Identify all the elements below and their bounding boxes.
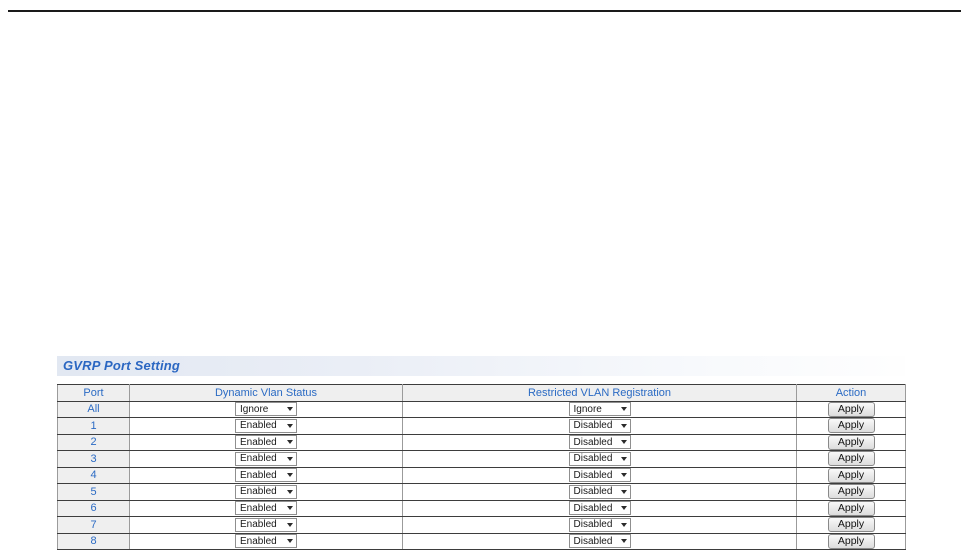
- dynamic-vlan-status-select[interactable]: Enabled: [235, 418, 297, 433]
- dynamic-vlan-status-select[interactable]: Enabled: [235, 484, 297, 499]
- dynamic-vlan-status-value: Ignore: [240, 403, 269, 415]
- chevron-down-icon: [287, 423, 293, 428]
- chevron-down-icon: [620, 506, 627, 511]
- restricted-vlan-registration-select[interactable]: Disabled: [568, 451, 631, 466]
- chevron-down-icon: [620, 473, 627, 478]
- chevron-down-icon: [287, 522, 293, 527]
- restricted-vlan-registration-value: Disabled: [573, 436, 613, 448]
- chevron-down-icon: [287, 456, 293, 461]
- page: GVRP Port Setting Port Dynamic Vlan Stat…: [0, 0, 969, 555]
- table-row: 1 Enabled Disabled Apply: [57, 417, 906, 435]
- table-row: 2 Enabled Disabled Apply: [57, 433, 906, 451]
- port-label: 5: [57, 483, 130, 501]
- column-header-dynamic-vlan-status: Dynamic Vlan Status: [129, 384, 403, 402]
- table-row: 3 Enabled Disabled Apply: [57, 450, 906, 468]
- dynamic-vlan-status-value: Enabled: [240, 486, 277, 498]
- dynamic-vlan-status-select[interactable]: Enabled: [235, 517, 297, 532]
- dynamic-vlan-status-value: Enabled: [240, 469, 277, 481]
- port-label: 7: [57, 516, 130, 534]
- chevron-down-icon: [287, 473, 293, 478]
- port-label: 1: [57, 417, 130, 435]
- restricted-vlan-registration-value: Disabled: [573, 519, 613, 531]
- dynamic-vlan-status-value: Enabled: [240, 519, 277, 531]
- page-title: GVRP Port Setting: [63, 358, 181, 373]
- page-top-rule: [8, 10, 961, 12]
- gvrp-port-table: Port Dynamic Vlan Status Restricted VLAN…: [57, 384, 906, 550]
- restricted-vlan-registration-select[interactable]: Disabled: [568, 468, 631, 483]
- restricted-vlan-registration-value: Disabled: [573, 469, 613, 481]
- restricted-vlan-registration-select[interactable]: Disabled: [568, 484, 631, 499]
- chevron-down-icon: [287, 440, 293, 445]
- dynamic-vlan-status-select[interactable]: Enabled: [235, 451, 297, 466]
- restricted-vlan-registration-select[interactable]: Disabled: [568, 418, 631, 433]
- chevron-down-icon: [620, 539, 627, 544]
- apply-button[interactable]: Apply: [827, 517, 875, 533]
- column-header-action: Action: [796, 384, 906, 402]
- apply-button[interactable]: Apply: [827, 451, 875, 467]
- apply-button[interactable]: Apply: [827, 500, 875, 516]
- table-row: 4 Enabled Disabled Apply: [57, 466, 906, 484]
- table-row: 6 Enabled Disabled Apply: [57, 499, 906, 517]
- chevron-down-icon: [620, 522, 627, 527]
- restricted-vlan-registration-select[interactable]: Disabled: [568, 534, 631, 549]
- restricted-vlan-registration-select[interactable]: Disabled: [568, 501, 631, 516]
- restricted-vlan-registration-value: Disabled: [573, 502, 613, 514]
- port-label: 8: [57, 532, 130, 550]
- port-label: 2: [57, 433, 130, 451]
- apply-button[interactable]: Apply: [827, 484, 875, 500]
- chevron-down-icon: [287, 489, 293, 494]
- chevron-down-icon: [620, 407, 627, 412]
- dynamic-vlan-status-select[interactable]: Enabled: [235, 534, 297, 549]
- chevron-down-icon: [620, 440, 627, 445]
- table-row: 7 Enabled Disabled Apply: [57, 516, 906, 534]
- apply-button[interactable]: Apply: [827, 434, 875, 450]
- restricted-vlan-registration-select[interactable]: Ignore: [568, 402, 631, 417]
- port-label: 3: [57, 450, 130, 468]
- column-header-restricted-vlan-registration: Restricted VLAN Registration: [402, 384, 797, 402]
- restricted-vlan-registration-select[interactable]: Disabled: [568, 517, 631, 532]
- apply-button[interactable]: Apply: [827, 418, 875, 434]
- dynamic-vlan-status-select[interactable]: Ignore: [235, 402, 297, 417]
- dynamic-vlan-status-value: Enabled: [240, 436, 277, 448]
- chevron-down-icon: [620, 489, 627, 494]
- port-label: 6: [57, 499, 130, 517]
- gvrp-port-setting-panel: GVRP Port Setting Port Dynamic Vlan Stat…: [57, 356, 906, 550]
- chevron-down-icon: [287, 539, 293, 544]
- apply-button[interactable]: Apply: [827, 401, 875, 417]
- restricted-vlan-registration-value: Disabled: [573, 535, 613, 547]
- panel-title-bar: GVRP Port Setting: [57, 356, 905, 376]
- table-row: 5 Enabled Disabled Apply: [57, 483, 906, 501]
- column-header-port: Port: [57, 384, 130, 402]
- dynamic-vlan-status-select[interactable]: Enabled: [235, 501, 297, 516]
- chevron-down-icon: [287, 407, 293, 412]
- dynamic-vlan-status-value: Enabled: [240, 420, 277, 432]
- dynamic-vlan-status-value: Enabled: [240, 535, 277, 547]
- restricted-vlan-registration-value: Ignore: [573, 403, 602, 415]
- table-row: 8 Enabled Disabled Apply: [57, 532, 906, 550]
- restricted-vlan-registration-value: Disabled: [573, 420, 613, 432]
- port-label: All: [57, 400, 130, 418]
- chevron-down-icon: [620, 456, 627, 461]
- dynamic-vlan-status-value: Enabled: [240, 453, 277, 465]
- chevron-down-icon: [287, 506, 293, 511]
- restricted-vlan-registration-value: Disabled: [573, 486, 613, 498]
- dynamic-vlan-status-value: Enabled: [240, 502, 277, 514]
- restricted-vlan-registration-value: Disabled: [573, 453, 613, 465]
- port-label: 4: [57, 466, 130, 484]
- apply-button[interactable]: Apply: [827, 467, 875, 483]
- dynamic-vlan-status-select[interactable]: Enabled: [235, 468, 297, 483]
- table-row: All Ignore Ignore Apply: [57, 400, 906, 418]
- apply-button[interactable]: Apply: [827, 533, 875, 549]
- dynamic-vlan-status-select[interactable]: Enabled: [235, 435, 297, 450]
- chevron-down-icon: [620, 423, 627, 428]
- restricted-vlan-registration-select[interactable]: Disabled: [568, 435, 631, 450]
- table-header-row: Port Dynamic Vlan Status Restricted VLAN…: [57, 384, 906, 402]
